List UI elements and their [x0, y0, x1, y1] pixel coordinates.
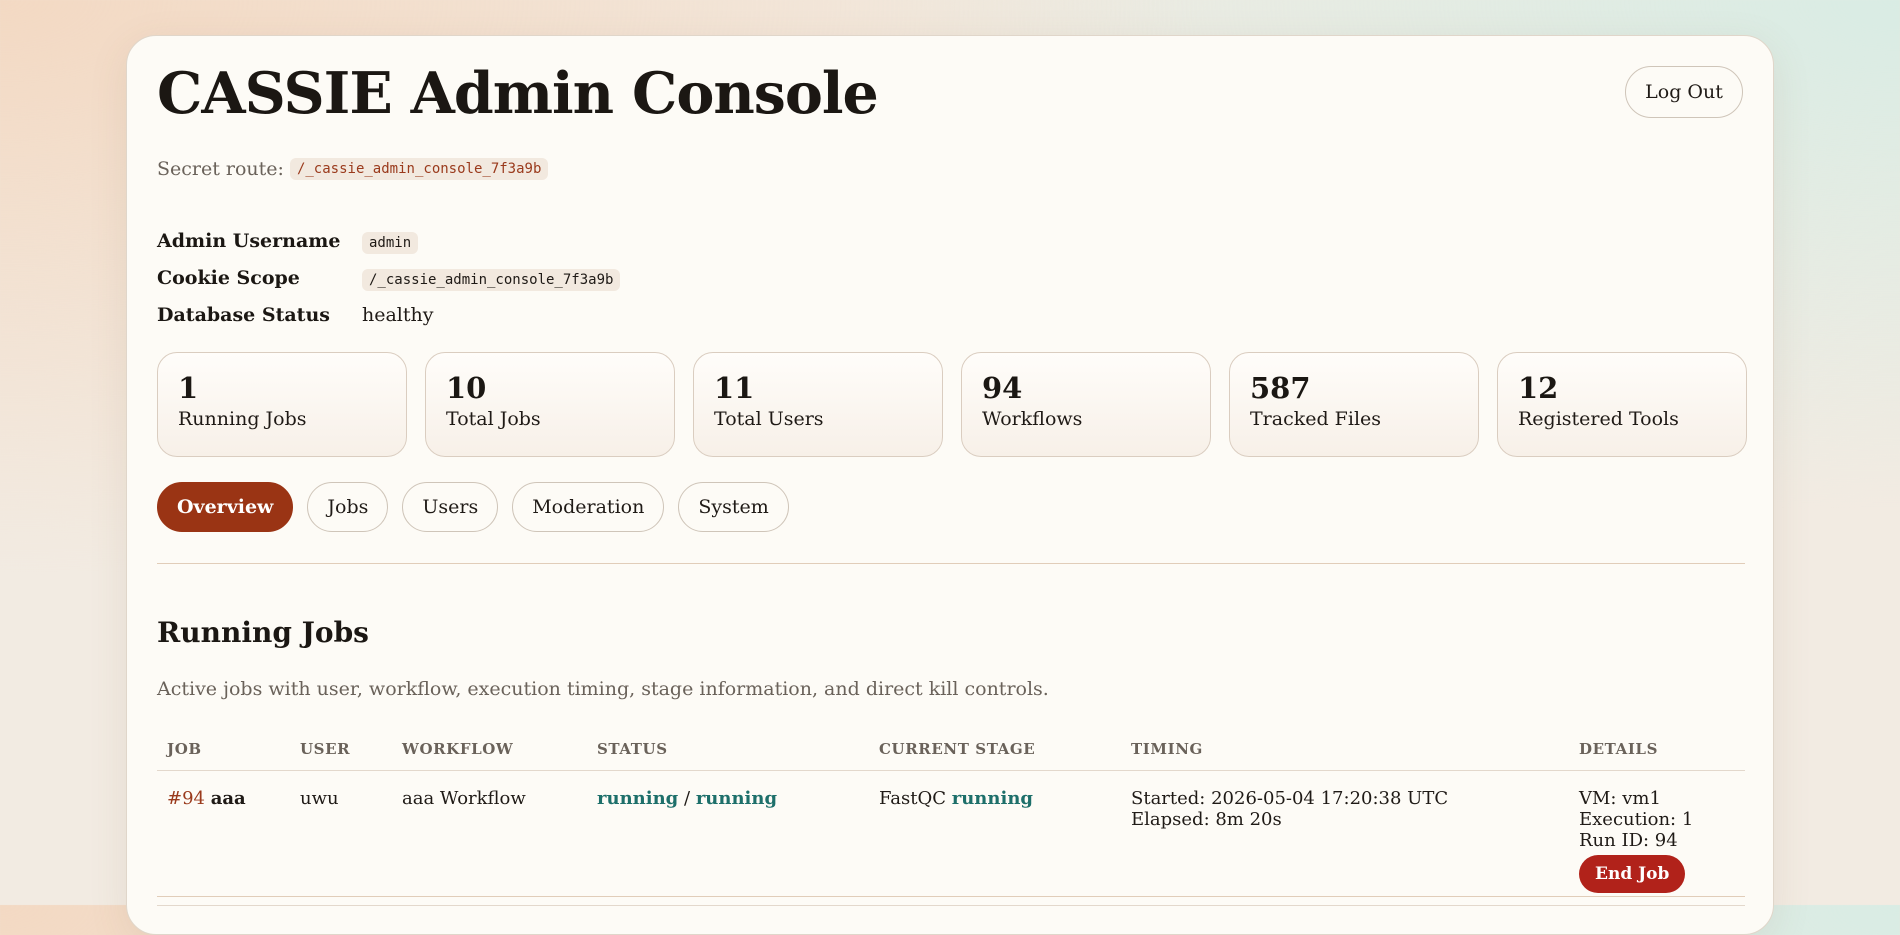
secret-route-label: Secret route: — [157, 158, 284, 180]
job-status: running — [597, 788, 679, 809]
column-header-timing: TIMING — [1121, 728, 1569, 771]
meta-value: /_cassie_admin_console_7f3a9b — [362, 268, 621, 291]
cell-user: uwu — [290, 770, 392, 906]
cell-status: running / running — [587, 770, 869, 906]
secret-route-value: /_cassie_admin_console_7f3a9b — [289, 158, 549, 180]
stat-label: Total Jobs — [446, 408, 541, 430]
admin-meta: Admin Username admin Cookie Scope /_cass… — [157, 222, 621, 333]
cell-workflow: aaa Workflow — [392, 770, 587, 906]
tab-system[interactable]: System — [678, 482, 789, 532]
section-title-running-jobs: Running Jobs — [157, 616, 369, 649]
cell-job: #94 aaa — [157, 770, 290, 906]
stat-card-total-jobs: 10 Total Jobs — [425, 352, 675, 457]
stat-label: Registered Tools — [1518, 408, 1679, 430]
stat-value: 10 — [446, 371, 487, 405]
stage-name: FastQC — [879, 788, 946, 809]
tab-users[interactable]: Users — [402, 482, 499, 532]
cell-timing: Started: 2026-05-04 17:20:38 UTC Elapsed… — [1121, 770, 1569, 906]
meta-value: admin — [362, 231, 419, 254]
elapsed-time: Elapsed: 8m 20s — [1131, 809, 1282, 830]
column-header-status: STATUS — [587, 728, 869, 771]
stat-card-registered-tools: 12 Registered Tools — [1497, 352, 1747, 457]
running-jobs-table: JOB USER WORKFLOW STATUS CURRENT STAGE T… — [157, 728, 1745, 906]
stat-card-total-users: 11 Total Users — [693, 352, 943, 457]
page-title: CASSIE Admin Console — [157, 60, 879, 127]
table-header-row: JOB USER WORKFLOW STATUS CURRENT STAGE T… — [157, 728, 1745, 771]
meta-label: Admin Username — [157, 229, 341, 252]
tab-jobs[interactable]: Jobs — [307, 482, 389, 532]
job-name: aaa — [210, 788, 246, 809]
stat-card-running-jobs: 1 Running Jobs — [157, 352, 407, 457]
admin-panel: CASSIE Admin Console Log Out Secret rout… — [126, 35, 1774, 935]
run-id-detail: Run ID: 94 — [1579, 830, 1678, 851]
stat-card-tracked-files: 587 Tracked Files — [1229, 352, 1479, 457]
cell-details: VM: vm1 Execution: 1 Run ID: 94 End Job — [1569, 770, 1745, 906]
vm-detail: VM: vm1 — [1579, 788, 1661, 809]
section-description: Active jobs with user, workflow, executi… — [157, 678, 1049, 700]
meta-value: healthy — [362, 303, 434, 326]
stat-label: Tracked Files — [1250, 408, 1382, 430]
execution-status: running — [695, 788, 778, 809]
job-id-link[interactable]: #94 — [167, 788, 205, 809]
end-job-button[interactable]: End Job — [1579, 855, 1686, 893]
section-divider — [157, 563, 1745, 564]
stat-value: 12 — [1518, 371, 1559, 405]
stat-value: 587 — [1250, 371, 1311, 405]
tab-moderation[interactable]: Moderation — [512, 482, 665, 532]
table-row: #94 aaa uwu aaa Workflow running / runni… — [157, 770, 1745, 906]
stat-value: 1 — [178, 371, 199, 405]
logout-button[interactable]: Log Out — [1625, 66, 1743, 118]
meta-row-database-status: Database Status healthy — [157, 296, 620, 333]
stat-label: Running Jobs — [178, 408, 307, 430]
stage-status: running — [951, 788, 1033, 809]
secret-route: Secret route: /_cassie_admin_console_7f3… — [157, 158, 549, 180]
stat-card-workflows: 94 Workflows — [961, 352, 1211, 457]
stat-label: Total Users — [714, 408, 824, 430]
started-time: Started: 2026-05-04 17:20:38 UTC — [1131, 788, 1449, 809]
tab-overview[interactable]: Overview — [157, 482, 294, 532]
column-header-details: DETAILS — [1569, 728, 1745, 771]
section-divider — [157, 896, 1745, 897]
column-header-workflow: WORKFLOW — [392, 728, 587, 771]
meta-row-cookie-scope: Cookie Scope /_cassie_admin_console_7f3a… — [157, 259, 621, 296]
status-separator: / — [684, 788, 691, 809]
stat-value: 94 — [982, 371, 1023, 405]
column-header-user: USER — [290, 728, 392, 771]
meta-row-admin-username: Admin Username admin — [157, 222, 620, 259]
column-header-job: JOB — [157, 728, 290, 771]
tab-bar: Overview Jobs Users Moderation System — [157, 482, 789, 532]
stat-label: Workflows — [982, 408, 1083, 430]
column-header-current-stage: CURRENT STAGE — [869, 728, 1121, 771]
cell-current-stage: FastQC running — [869, 770, 1121, 906]
stat-cards: 1 Running Jobs 10 Total Jobs 11 Total Us… — [157, 352, 1747, 457]
stat-value: 11 — [714, 371, 755, 405]
meta-label: Database Status — [157, 303, 330, 326]
execution-detail: Execution: 1 — [1579, 809, 1694, 830]
meta-label: Cookie Scope — [157, 266, 300, 289]
